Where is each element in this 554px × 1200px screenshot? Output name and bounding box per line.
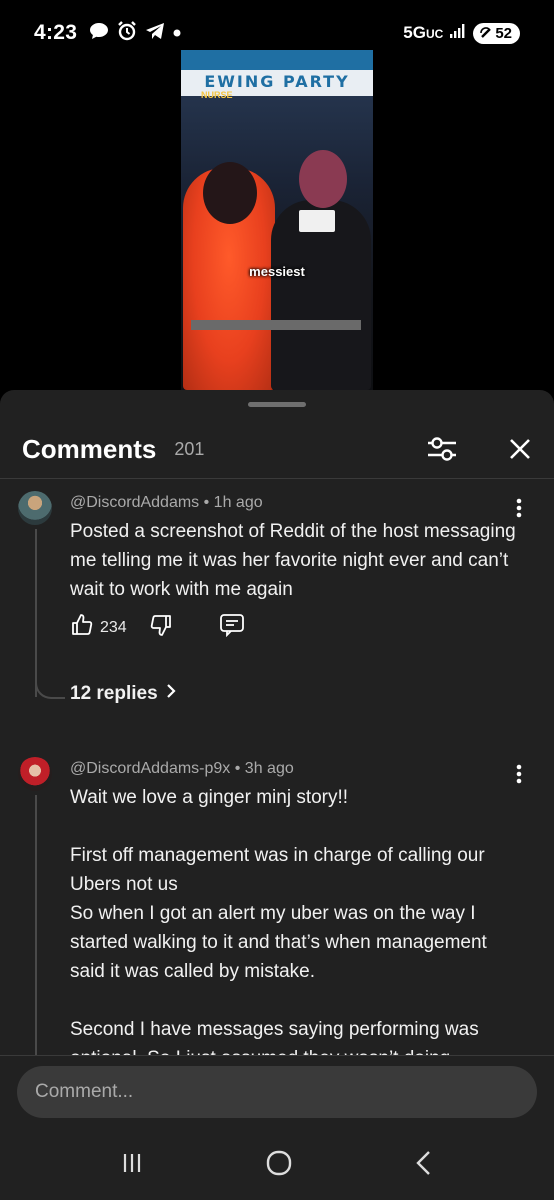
alarm-icon [117,20,137,46]
avatar[interactable] [18,757,52,791]
telegram-icon [145,22,165,45]
comments-sheet: Comments 201 @DiscordAddams • 1h ago Pos… [0,390,554,1200]
comment-time: 1h ago [213,494,263,511]
network-indicator: 5GUC [403,23,444,42]
replies-count: 12 replies [70,683,158,704]
comments-list[interactable]: @DiscordAddams • 1h ago Posted a screens… [0,479,554,1055]
comment-meta: @DiscordAddams-p9x • 3h ago [70,760,294,777]
like-count: 234 [100,618,127,636]
signal-bars-icon [449,23,467,44]
comment-author[interactable]: @DiscordAddams-p9x [70,760,230,777]
thread-line [35,529,37,697]
status-time: 4:23 [34,21,78,44]
video-chair [191,320,361,330]
video-caption: messiest [249,264,305,279]
drag-handle[interactable] [248,402,306,407]
dislike-icon[interactable] [149,613,173,642]
filter-sliders-icon[interactable] [426,435,458,463]
video-banner-text: EWING PARTY [204,72,350,91]
comment-time: 3h ago [244,760,294,777]
video-player[interactable]: EWING PARTY NURSE messiest [181,50,373,390]
comments-title: Comments [22,433,157,464]
dot-icon [173,24,181,42]
thread-curve [35,673,65,699]
comments-header: Comments 201 [0,420,554,478]
battery-saver-icon [480,27,492,38]
system-status: 5GUC 52 [403,22,520,44]
recent-apps-icon[interactable] [120,1151,144,1180]
chevron-right-icon [166,683,176,705]
like-icon[interactable] [70,613,94,642]
notification-icons [89,20,181,46]
system-nav-bar [0,1130,554,1200]
comment-author[interactable]: @DiscordAddams [70,494,199,511]
avatar[interactable] [18,491,52,525]
comment-text: Posted a screenshot of Reddit of the hos… [70,521,516,600]
video-card [299,210,335,232]
video-logo: NURSE [201,90,233,100]
reply-icon[interactable] [219,613,245,642]
comments-count: 201 [174,438,205,459]
input-divider [0,1055,554,1056]
comment-text: Wait we love a ginger minj story!! First… [70,787,487,1055]
comment-actions: 234 [70,613,245,642]
chat-bubble-icon [89,22,109,45]
battery-indicator: 52 [473,22,520,44]
back-icon[interactable] [414,1150,434,1181]
thread-line [35,795,37,1055]
replies-link[interactable]: 12 replies [70,683,176,705]
video-person-left-head [203,162,257,224]
home-icon[interactable] [265,1149,293,1182]
comment-input[interactable] [17,1066,537,1118]
video-person-right-head [299,150,347,208]
video-banner-stripe [181,50,373,70]
close-icon[interactable] [508,437,532,461]
comment-meta: @DiscordAddams • 1h ago [70,494,263,511]
header-actions [426,435,532,463]
